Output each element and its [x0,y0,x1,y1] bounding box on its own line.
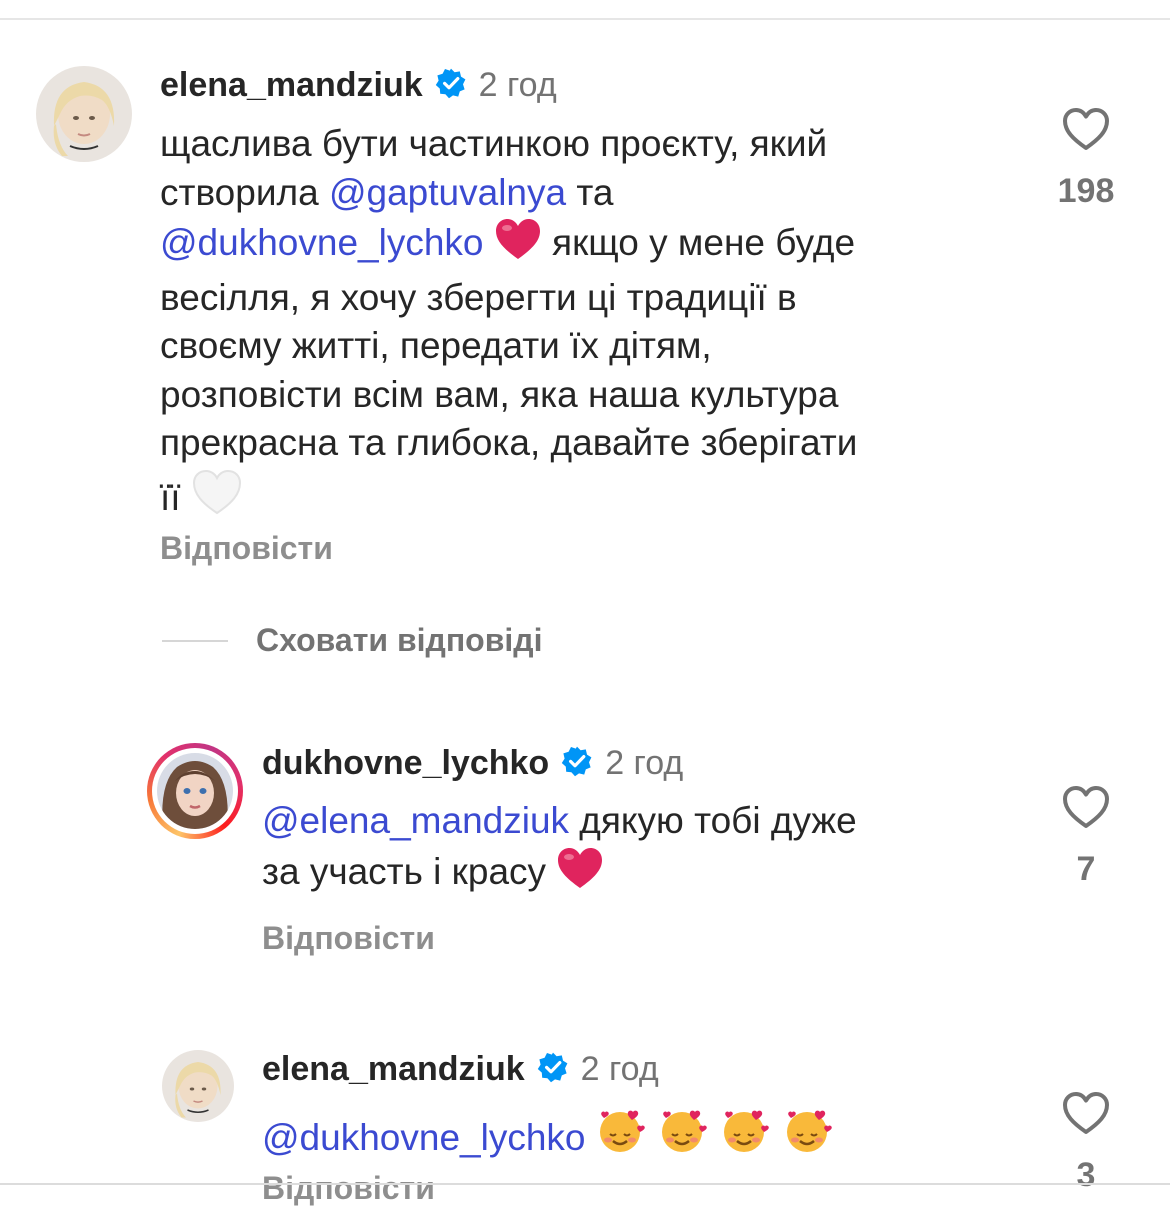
text-line: створила @gaptuvalnya та [160,169,1030,218]
verified-badge-icon [561,745,593,782]
avatar[interactable] [162,1050,234,1122]
text-line: весілля, я хочу зберегти ці традиції в [160,276,797,318]
like-count: 3 [1076,1156,1096,1194]
bottom-divider [0,1183,1170,1185]
text-segment: створила [160,171,329,213]
like-column: 198 [1036,106,1136,211]
text-segment: її [160,476,181,518]
smiling-face-with-hearts-emoji-icon [658,1104,710,1169]
text-line: своєму житті, передати їх дітям, [160,325,712,366]
like-count: 7 [1076,850,1096,888]
like-column: 3 [1036,1090,1136,1195]
reply-button[interactable]: Відповісти [160,530,333,567]
text-line: її [160,468,1030,529]
mention-link[interactable]: @gaptuvalnya [329,172,566,213]
avatar[interactable] [157,753,233,829]
comment-text: @dukhovne_lychko [262,1104,1022,1169]
smiling-face-with-hearts-emoji-icon [720,1104,772,1169]
smiling-face-with-hearts-emoji-icon [596,1104,648,1169]
text-segment: та [566,171,614,213]
text-line: @dukhovne_lychko якщо у мене буде [160,217,1030,274]
text-line: @elena_mandziuk дякую тобі дуже [262,797,1022,846]
hide-replies-button[interactable]: Сховати відповіді [256,622,542,659]
text-segment: дякую тобі дуже [569,800,857,841]
text-segment: якщо у мене буде [541,222,856,263]
comment-header: elena_mandziuk 2 год [160,66,557,105]
verified-badge-icon [435,67,467,104]
username[interactable]: elena_mandziuk [160,66,423,105]
username[interactable]: dukhovne_lychko [262,744,549,783]
heart-outline-icon[interactable] [1061,106,1111,152]
red-heart-emoji-icon [494,217,542,274]
reply-button[interactable]: Відповісти [262,920,435,957]
divider-line [162,640,228,642]
comment-text: @elena_mandziuk дякую тобі дуже за участ… [262,797,1022,902]
text-line: прекрасна та глибока, давайте зберігати [160,422,858,463]
text-line: розповісти всім вам, яка наша культура [160,373,839,415]
mention-link[interactable]: @elena_mandziuk [262,800,569,841]
comment-header: dukhovne_lychko 2 год [262,744,683,783]
comment-header: elena_mandziuk 2 год [262,1050,659,1089]
heart-outline-icon[interactable] [1061,784,1111,830]
like-count: 198 [1057,172,1115,210]
mention-link[interactable]: @dukhovne_lychko [160,222,483,263]
verified-badge-icon [537,1051,569,1088]
timestamp: 2 год [605,744,684,782]
like-column: 7 [1036,784,1136,889]
white-heart-emoji-icon [191,468,243,529]
smiling-face-with-hearts-emoji-icon [783,1104,835,1169]
text-line: @dukhovne_lychko [262,1104,1022,1169]
timestamp: 2 год [478,66,557,104]
username[interactable]: elena_mandziuk [262,1050,525,1089]
red-heart-emoji-icon [556,846,604,903]
text-line: за участь і красу [262,846,1022,903]
top-divider [0,18,1170,20]
comment-text: щаслива бути частинкою проєкту, який ств… [160,120,1030,528]
reply-button[interactable]: Відповісти [262,1170,435,1207]
heart-outline-icon[interactable] [1061,1090,1111,1136]
avatar[interactable] [36,66,132,162]
mention-link[interactable]: @dukhovne_lychko [262,1117,585,1158]
text-segment: за участь і красу [262,850,547,892]
timestamp: 2 год [580,1050,659,1088]
text-line: щаслива бути частинкою проєкту, який [160,123,828,164]
